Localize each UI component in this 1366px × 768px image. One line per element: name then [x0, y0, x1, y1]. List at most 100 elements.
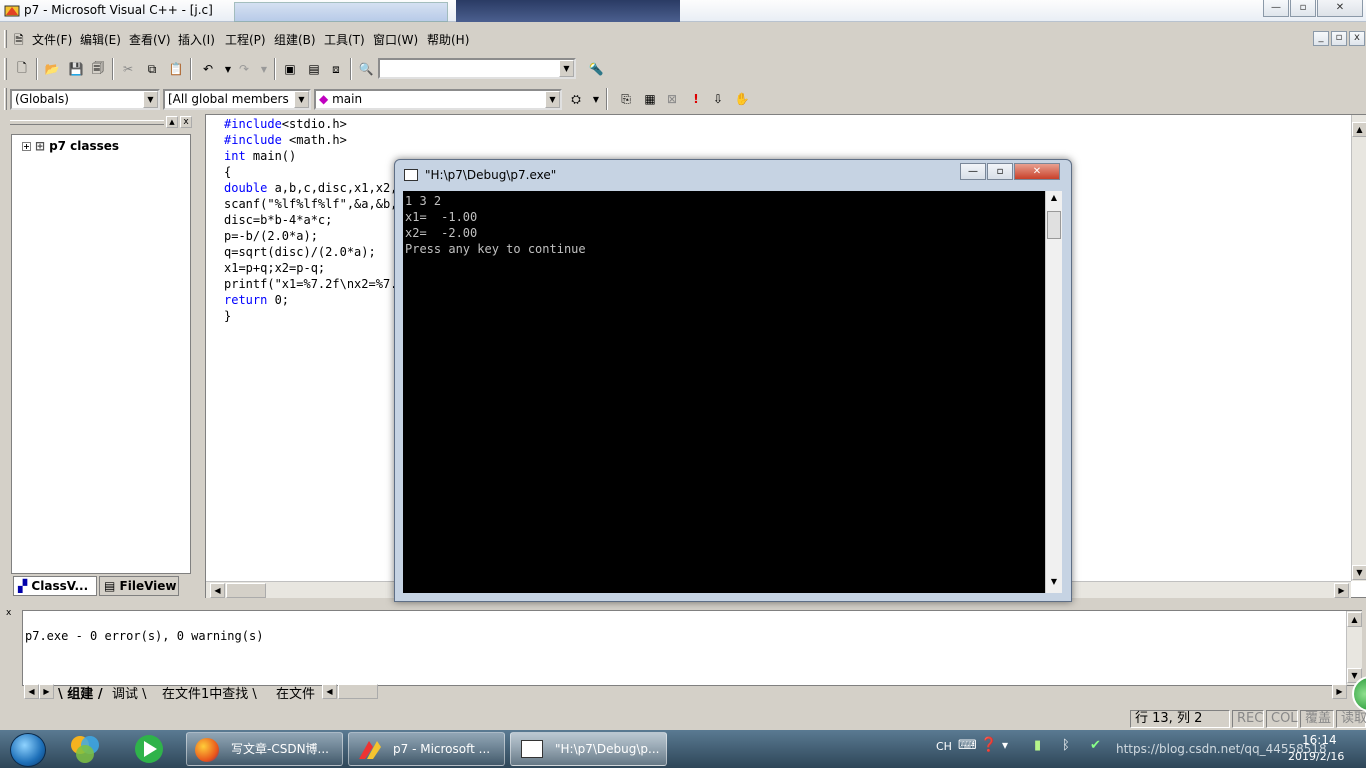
taskbar-vc-button[interactable]: p7 - Microsoft ... [348, 732, 505, 766]
clock-date[interactable]: 2019/2/16 [1288, 750, 1344, 763]
tab-scroll-left-button[interactable]: ◀ [24, 684, 39, 699]
console-scrollbar[interactable]: ▲ ▼ [1045, 191, 1062, 593]
keyboard-icon[interactable]: ⌨ [958, 738, 977, 753]
output-hscroll-left-button[interactable]: ◀ [322, 684, 337, 699]
battery-icon[interactable]: ▮ [1034, 738, 1041, 753]
members-combo[interactable]: [All global members ▼ [163, 89, 311, 110]
mdi-minimize-button[interactable]: _ [1313, 31, 1329, 46]
bluetooth-icon[interactable]: ᛒ [1062, 738, 1070, 753]
copy-icon[interactable]: ⧉ [142, 59, 162, 79]
output-scrollbar[interactable]: ▲ ▼ [1346, 611, 1362, 685]
console-output-area[interactable]: 1 3 2 x1= -1.00 x2= -2.00 Press any key … [403, 191, 1053, 593]
menu-project[interactable]: 工程(P) [225, 31, 266, 48]
visual-cpp-app-icon[interactable] [4, 3, 20, 19]
cut-icon[interactable]: ✂ [118, 59, 138, 79]
maximize-button[interactable]: ▫ [1290, 0, 1316, 17]
console-maximize-button[interactable]: ▫ [987, 163, 1013, 180]
output-close-icon[interactable]: x [6, 608, 16, 618]
scroll-thumb[interactable] [226, 583, 266, 598]
scroll-left-button[interactable]: ◀ [210, 583, 225, 598]
paste-icon[interactable]: 📋 [166, 59, 186, 79]
scroll-down-button[interactable]: ▼ [1352, 565, 1366, 580]
start-button[interactable] [10, 733, 46, 767]
open-folder-icon[interactable]: 📂 [42, 59, 62, 79]
panel-grip[interactable] [10, 120, 164, 125]
close-button[interactable]: ✕ [1317, 0, 1363, 17]
breakpoint-hand-icon[interactable]: ✋ [732, 89, 752, 109]
code-line[interactable]: #include <math.h> [224, 132, 491, 148]
build-icon[interactable]: ▦ [640, 89, 660, 109]
minimize-button[interactable]: — [1263, 0, 1289, 17]
security-icon[interactable]: ✔ [1090, 738, 1101, 753]
editor-vertical-scrollbar[interactable]: ▲ ▼ [1351, 115, 1366, 581]
scope-combo[interactable]: (Globals) ▼ [10, 89, 160, 110]
menu-help[interactable]: 帮助(H) [427, 31, 469, 48]
menu-tools[interactable]: 工具(T) [324, 31, 365, 48]
tab-classview[interactable]: ▞ ClassV... [13, 576, 97, 596]
tab-fileview[interactable]: ▤ FileView [99, 576, 179, 596]
menu-edit[interactable]: 编辑(E) [80, 31, 121, 48]
console-close-button[interactable]: ✕ [1014, 163, 1060, 180]
find-in-files-icon[interactable]: 🔍 [356, 59, 376, 79]
menu-build[interactable]: 组建(B) [274, 31, 316, 48]
redo-dropdown-icon[interactable]: ▼ [254, 59, 274, 79]
console-window[interactable]: "H:\p7\Debug\p7.exe" — ▫ ✕ 1 3 2 x1= -1.… [394, 159, 1072, 602]
menu-file[interactable]: 文件(F) [32, 31, 72, 48]
menu-grip[interactable] [4, 30, 7, 48]
find-combo[interactable]: ▼ [378, 58, 576, 79]
tab-find-in-files-1[interactable]: 在文件1中查找 \ [162, 683, 257, 702]
tab-scroll-right-button[interactable]: ▶ [39, 684, 54, 699]
help-icon[interactable]: ❓ [980, 737, 997, 753]
function-combo[interactable]: ◆ main ▼ [314, 89, 562, 110]
panel-maximize-button[interactable]: ▲ [166, 116, 178, 128]
tray-options-icon[interactable]: ▾ [1002, 738, 1008, 752]
scroll-up-button[interactable]: ▲ [1347, 612, 1362, 627]
save-all-icon[interactable]: 🗐 [88, 59, 108, 79]
tree-node-p7-classes[interactable]: + ⊞ p7 classes [22, 139, 119, 153]
redo-icon[interactable]: ↷ [234, 59, 254, 79]
scroll-thumb[interactable] [1047, 211, 1061, 239]
media-player-icon[interactable] [132, 733, 166, 765]
chevron-down-icon[interactable]: ▼ [545, 91, 560, 108]
tab-debug[interactable]: 调试 \ [112, 683, 147, 702]
chevron-down-icon[interactable]: ▼ [143, 91, 158, 108]
code-line[interactable]: #include<stdio.h> [224, 116, 491, 132]
save-icon[interactable]: 💾 [66, 59, 86, 79]
menu-window[interactable]: 窗口(W) [373, 31, 418, 48]
menu-insert[interactable]: 插入(I) [178, 31, 215, 48]
panel-close-button[interactable]: x [180, 116, 192, 128]
language-indicator[interactable]: CH [936, 740, 952, 753]
window-list-icon[interactable]: ⧈ [326, 59, 346, 79]
menu-view[interactable]: 查看(V) [129, 31, 171, 48]
chevron-down-icon[interactable]: ▼ [559, 60, 574, 77]
taskbar-firefox-button[interactable]: 写文章-CSDN博... [186, 732, 343, 766]
scroll-up-button[interactable]: ▲ [1047, 193, 1061, 207]
tab-build[interactable]: \ 组建 / [58, 683, 103, 702]
find-icon[interactable]: 🔦 [586, 59, 606, 79]
output-box[interactable]: p7.exe - 0 error(s), 0 warning(s) ▲ ▼ [22, 610, 1362, 686]
console-minimize-button[interactable]: — [960, 163, 986, 180]
scroll-down-button[interactable]: ▼ [1047, 577, 1061, 591]
stop-build-icon[interactable]: ⊠ [662, 89, 682, 109]
taskbar-console-button[interactable]: "H:\p7\Debug\p... [510, 732, 667, 766]
mdi-close-button[interactable]: x [1349, 31, 1365, 46]
chevron-down-icon[interactable]: ▼ [294, 91, 309, 108]
wizard-grip[interactable] [4, 88, 7, 110]
mdi-restore-button[interactable]: ▫ [1331, 31, 1347, 46]
compile-icon[interactable]: ⎘ [616, 89, 636, 109]
go-icon[interactable]: ⇩ [708, 89, 728, 109]
clock-time[interactable]: 16:14 [1302, 733, 1337, 747]
scroll-up-button[interactable]: ▲ [1352, 122, 1366, 137]
workspace-icon[interactable]: ▣ [280, 59, 300, 79]
expand-icon[interactable]: + [22, 141, 31, 151]
output-hscroll-right-button[interactable]: ▶ [1332, 684, 1347, 699]
output-window-icon[interactable]: ▤ [304, 59, 324, 79]
wizard-dropdown-icon[interactable]: ▼ [586, 89, 606, 109]
undo-icon[interactable]: ↶ [198, 59, 218, 79]
new-file-icon[interactable]: 🗋 [12, 59, 32, 79]
colorful-app-icon[interactable] [68, 733, 102, 765]
wizard-actions-icon[interactable]: ⛭ [566, 89, 586, 109]
scroll-right-button[interactable]: ▶ [1334, 583, 1349, 598]
tab-find-in-files-2[interactable]: 在文件 [276, 683, 315, 702]
output-hscroll-thumb[interactable] [338, 684, 378, 699]
